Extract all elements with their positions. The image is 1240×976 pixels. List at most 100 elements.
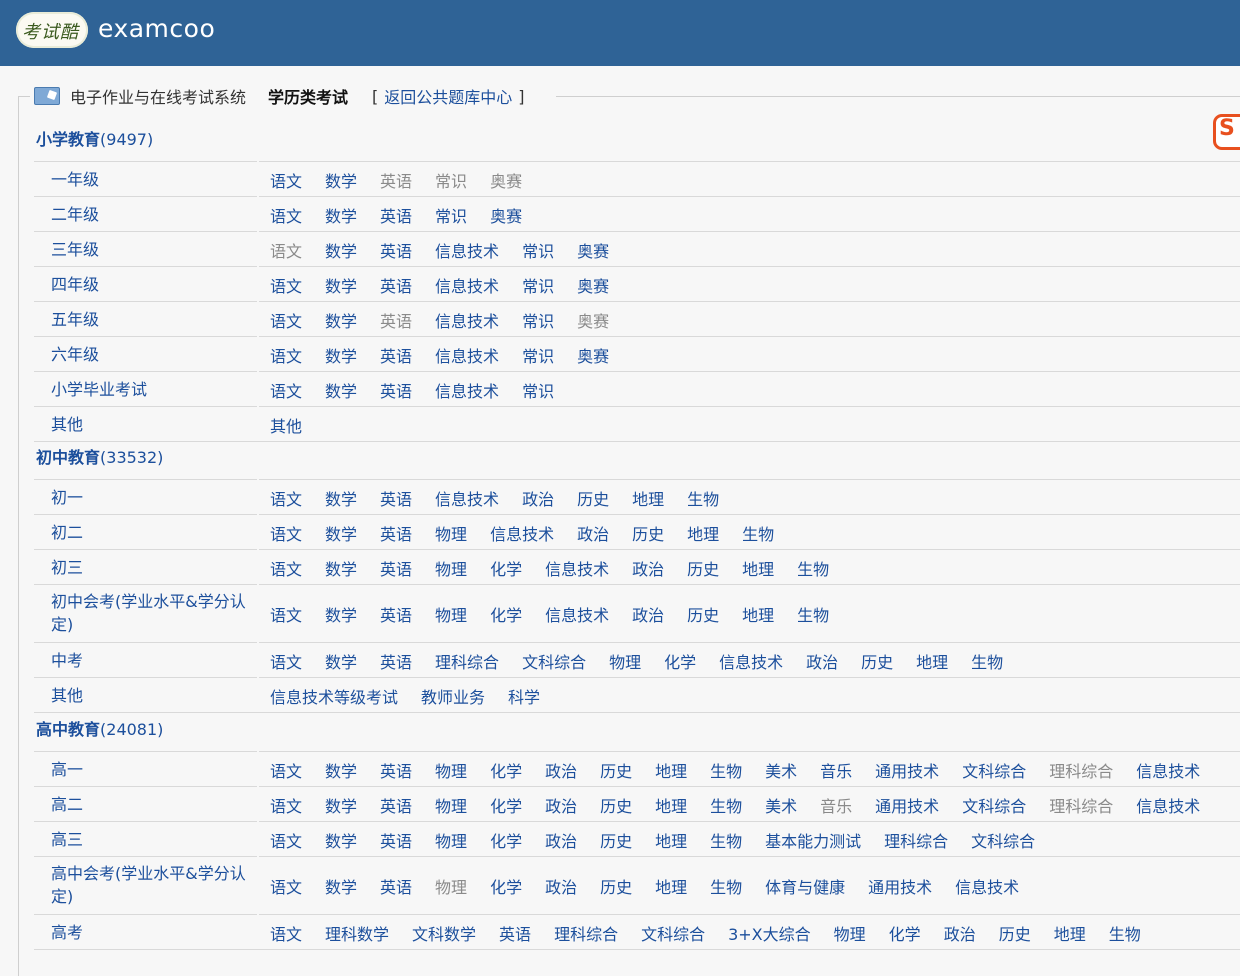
subject-link[interactable]: 语文: [270, 308, 302, 332]
subject-link[interactable]: 生物: [710, 828, 742, 852]
back-to-question-bank-link[interactable]: 返回公共题库中心: [384, 84, 512, 108]
subject-link[interactable]: 英语: [380, 556, 412, 580]
grade-label[interactable]: 高二: [51, 793, 256, 816]
subject-link[interactable]: 信息技术: [545, 556, 609, 580]
subject-link[interactable]: 物理: [609, 649, 641, 673]
subject-link[interactable]: 政治: [632, 602, 664, 626]
subject-link[interactable]: 政治: [545, 828, 577, 852]
subject-link[interactable]: 信息技术: [435, 238, 499, 262]
subject-link[interactable]: 其他: [270, 413, 302, 437]
subject-link[interactable]: 历史: [999, 921, 1031, 945]
subject-link[interactable]: 语文: [270, 168, 302, 192]
grade-label[interactable]: 初一: [51, 486, 256, 509]
subject-link[interactable]: 生物: [971, 649, 1003, 673]
subject-link[interactable]: 常识: [522, 273, 554, 297]
subject-link[interactable]: 英语: [380, 793, 412, 817]
subject-link[interactable]: 奥赛: [577, 273, 609, 297]
subject-link[interactable]: 化学: [889, 921, 921, 945]
subject-link[interactable]: 通用技术: [875, 793, 939, 817]
subject-link[interactable]: 3+X大综合: [728, 921, 811, 945]
subject-link[interactable]: 语文: [270, 828, 302, 852]
subject-link[interactable]: 英语: [380, 238, 412, 262]
subject-link[interactable]: 物理: [435, 758, 467, 782]
grade-label[interactable]: 初中会考(学业水平&学分认定): [51, 590, 256, 636]
subject-link[interactable]: 生物: [687, 486, 719, 510]
subject-link[interactable]: 语文: [270, 793, 302, 817]
subject-link[interactable]: 常识: [522, 238, 554, 262]
subject-link[interactable]: 奥赛: [490, 203, 522, 227]
subject-link[interactable]: 生物: [742, 521, 774, 545]
subject-link[interactable]: 物理: [435, 828, 467, 852]
subject-link[interactable]: 信息技术: [435, 273, 499, 297]
subject-link[interactable]: 物理: [834, 921, 866, 945]
subject-link[interactable]: 化学: [490, 758, 522, 782]
subject-link[interactable]: 语文: [270, 521, 302, 545]
subject-link[interactable]: 化学: [490, 874, 522, 898]
subject-link[interactable]: 英语: [380, 378, 412, 402]
grade-label[interactable]: 高一: [51, 758, 256, 781]
subject-link[interactable]: 通用技术: [875, 758, 939, 782]
subject-link[interactable]: 英语: [380, 343, 412, 367]
subject-link[interactable]: 基本能力测试: [765, 828, 861, 852]
subject-link[interactable]: 生物: [1109, 921, 1141, 945]
subject-link[interactable]: 文科综合: [522, 649, 586, 673]
grade-label[interactable]: 二年级: [51, 203, 256, 226]
subject-link[interactable]: 数学: [325, 874, 357, 898]
subject-link[interactable]: 信息技术: [1136, 758, 1200, 782]
subject-link[interactable]: 信息技术: [435, 378, 499, 402]
subject-link[interactable]: 历史: [687, 556, 719, 580]
subject-link[interactable]: 地理: [687, 521, 719, 545]
subject-link[interactable]: 语文: [270, 203, 302, 227]
grade-label[interactable]: 初二: [51, 521, 256, 544]
subject-link[interactable]: 数学: [325, 308, 357, 332]
subject-link[interactable]: 数学: [325, 343, 357, 367]
subject-link[interactable]: 数学: [325, 168, 357, 192]
subject-link[interactable]: 科学: [508, 684, 540, 708]
subject-link[interactable]: 语文: [270, 273, 302, 297]
subject-link[interactable]: 生物: [797, 602, 829, 626]
subject-link[interactable]: 历史: [600, 758, 632, 782]
subject-link[interactable]: 地理: [632, 486, 664, 510]
subject-link[interactable]: 英语: [380, 486, 412, 510]
subject-link[interactable]: 数学: [325, 486, 357, 510]
subject-link[interactable]: 奥赛: [577, 238, 609, 262]
section-title[interactable]: 初中教育(33532): [36, 446, 163, 470]
subject-link[interactable]: 生物: [797, 556, 829, 580]
subject-link[interactable]: 化学: [490, 793, 522, 817]
subject-link[interactable]: 音乐: [820, 758, 852, 782]
subject-link[interactable]: 数学: [325, 602, 357, 626]
subject-link[interactable]: 文科综合: [962, 758, 1026, 782]
subject-link[interactable]: 数学: [325, 521, 357, 545]
subject-link[interactable]: 生物: [710, 793, 742, 817]
subject-link[interactable]: 生物: [710, 874, 742, 898]
subject-link[interactable]: 语文: [270, 874, 302, 898]
grade-label[interactable]: 一年级: [51, 168, 256, 191]
subject-link[interactable]: 政治: [545, 874, 577, 898]
logo-badge[interactable]: 考试酷: [16, 12, 88, 48]
subject-link[interactable]: 信息技术: [719, 649, 783, 673]
subject-link[interactable]: 文科数学: [412, 921, 476, 945]
grade-label[interactable]: 高中会考(学业水平&学分认定): [51, 862, 256, 908]
subject-link[interactable]: 语文: [270, 602, 302, 626]
subject-link[interactable]: 数学: [325, 556, 357, 580]
subject-link[interactable]: 地理: [742, 602, 774, 626]
subject-link[interactable]: 信息技术: [490, 521, 554, 545]
grade-label[interactable]: 六年级: [51, 343, 256, 366]
subject-link[interactable]: 政治: [522, 486, 554, 510]
subject-link[interactable]: 生物: [710, 758, 742, 782]
subject-link[interactable]: 信息技术: [1136, 793, 1200, 817]
subject-link[interactable]: 地理: [742, 556, 774, 580]
subject-link[interactable]: 常识: [522, 308, 554, 332]
subject-link[interactable]: 政治: [632, 556, 664, 580]
subject-link[interactable]: 文科综合: [971, 828, 1035, 852]
subject-link[interactable]: 历史: [577, 486, 609, 510]
subject-link[interactable]: 数学: [325, 828, 357, 852]
subject-link[interactable]: 美术: [765, 793, 797, 817]
subject-link[interactable]: 体育与健康: [765, 874, 845, 898]
grade-label[interactable]: 其他: [51, 413, 256, 436]
subject-link[interactable]: 化学: [490, 602, 522, 626]
subject-link[interactable]: 语文: [270, 758, 302, 782]
subject-link[interactable]: 数学: [325, 238, 357, 262]
subject-link[interactable]: 理科综合: [435, 649, 499, 673]
subject-link[interactable]: 英语: [380, 602, 412, 626]
